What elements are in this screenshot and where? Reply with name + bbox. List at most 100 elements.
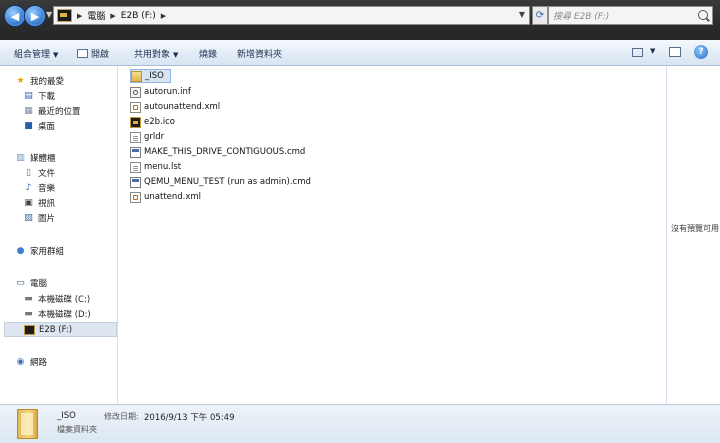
folder-icon: [131, 70, 142, 82]
nav-downloads[interactable]: ▤ 下載: [23, 88, 115, 103]
music-icon: ♪: [25, 182, 32, 193]
cmd-file-icon: [130, 176, 141, 188]
file-item[interactable]: unattend.xml: [130, 190, 201, 204]
file-item[interactable]: _ISO: [130, 69, 171, 83]
nav-computer-label: 電腦: [30, 278, 48, 289]
search-input[interactable]: 搜尋 E2B (F:): [548, 6, 713, 25]
chevron-right-icon[interactable]: ▶: [77, 12, 82, 20]
help-icon[interactable]: ?: [694, 45, 708, 59]
share-menu[interactable]: 共用對象 ▼: [134, 47, 178, 60]
nav-homegroup-label: 家用群組: [30, 246, 65, 257]
nav-computer[interactable]: ▭ 電腦: [15, 275, 115, 290]
nav-pictures-label: 圖片: [38, 213, 56, 224]
documents-icon: ▯: [26, 167, 31, 178]
file-name: autorun.inf: [144, 87, 191, 97]
view-options-dropdown-icon[interactable]: ▼: [650, 47, 655, 55]
file-name: grldr: [144, 132, 165, 142]
nav-pictures[interactable]: ▨ 圖片: [23, 210, 115, 225]
search-placeholder: 搜尋 E2B (F:): [553, 12, 610, 22]
address-bar[interactable]: ▶ 電腦 ▶ E2B (F:) ▶ ▼: [53, 6, 530, 25]
open-button[interactable]: 開啟: [77, 47, 109, 60]
star-icon: ★: [16, 75, 25, 86]
nav-libraries-label: 媒體櫃: [30, 153, 56, 164]
network-icon: ◉: [16, 356, 25, 367]
nav-drive-c[interactable]: ▬ 本機磁碟 (C:): [23, 291, 115, 306]
file-item[interactable]: QEMU_MENU_TEST (run as admin).cmd: [130, 175, 311, 189]
details-item-type: 檔案資料夾: [57, 425, 97, 434]
nav-music[interactable]: ♪ 音樂: [23, 180, 115, 195]
nav-desktop-label: 桌面: [38, 121, 56, 132]
recent-places-icon: ▦: [24, 105, 33, 116]
file-name: e2b.ico: [144, 117, 175, 127]
file-item[interactable]: MAKE_THIS_DRIVE_CONTIGUOUS.cmd: [130, 145, 305, 159]
file-item[interactable]: e2b.ico: [130, 115, 175, 129]
new-folder-button[interactable]: 新增資料夾: [237, 47, 282, 60]
details-pane: _ISO 檔案資料夾 修改日期: 2016/9/13 下午 05:49: [0, 404, 720, 443]
e2b-drive-icon: [24, 324, 35, 335]
nav-videos[interactable]: ▣ 視訊: [23, 195, 115, 210]
drive-icon: [57, 9, 72, 22]
file-item[interactable]: autorun.inf: [130, 85, 191, 99]
e2b-file-icon: [130, 116, 141, 128]
breadcrumb-drive[interactable]: E2B (F:): [121, 11, 156, 21]
chevron-right-icon[interactable]: ▶: [110, 12, 115, 20]
open-icon: [77, 49, 88, 58]
nav-favorites[interactable]: ★ 我的最愛: [15, 73, 115, 88]
nav-network-label: 網路: [30, 357, 48, 368]
nav-music-label: 音樂: [38, 183, 56, 194]
file-list: _ISO autorun.inf autounattend.xml e2b.ic…: [118, 66, 666, 404]
nav-documents[interactable]: ▯ 文件: [23, 165, 115, 180]
search-icon[interactable]: [698, 10, 708, 20]
nav-recent-places[interactable]: ▦ 最近的位置: [23, 103, 115, 118]
folder-icon: [17, 409, 38, 439]
pictures-icon: ▨: [24, 212, 33, 223]
library-icon: ▥: [16, 152, 25, 163]
chevron-down-icon: ▼: [53, 51, 59, 59]
file-icon: [130, 131, 141, 143]
file-item[interactable]: autounattend.xml: [130, 100, 220, 114]
refresh-button[interactable]: ⟳: [532, 6, 548, 25]
nav-favorites-label: 我的最愛: [30, 76, 65, 87]
recent-pages-dropdown-icon[interactable]: ▼: [46, 10, 52, 19]
nav-drive-c-label: 本機磁碟 (C:): [38, 294, 91, 305]
organize-menu[interactable]: 組合管理 ▼: [14, 47, 58, 60]
details-item-name: _ISO: [57, 411, 76, 421]
nav-drive-d[interactable]: ▬ 本機磁碟 (D:): [23, 306, 115, 321]
xml-file-icon: [130, 101, 141, 113]
nav-videos-label: 視訊: [38, 198, 56, 209]
file-name: unattend.xml: [144, 192, 202, 202]
chevron-down-icon: ▼: [173, 51, 179, 59]
nav-libraries[interactable]: ▥ 媒體櫃: [15, 150, 115, 165]
nav-desktop[interactable]: ■ 桌面: [23, 118, 115, 133]
xml-file-icon: [130, 191, 141, 203]
file-name: MAKE_THIS_DRIVE_CONTIGUOUS.cmd: [144, 147, 306, 157]
file-item[interactable]: grldr: [130, 130, 164, 144]
details-modified-label: 修改日期:: [104, 412, 139, 421]
address-dropdown-icon[interactable]: ▼: [519, 10, 525, 19]
nav-network[interactable]: ◉ 網路: [15, 354, 115, 369]
share-label: 共用對象: [134, 50, 171, 60]
file-item[interactable]: menu.lst: [130, 160, 181, 174]
title-bar: ◀ ▶ ▼ ▶ 電腦 ▶ E2B (F:) ▶ ▼ ⟳ 搜尋 E2B (F:): [0, 0, 720, 40]
command-bar: 組合管理 ▼ 開啟 共用對象 ▼ 燒錄 新增資料夾 ▼ ?: [0, 40, 720, 66]
breadcrumb-computer[interactable]: 電腦: [87, 9, 105, 22]
chevron-right-icon[interactable]: ▶: [161, 12, 166, 20]
change-view-icon[interactable]: [632, 48, 643, 57]
preview-pane-toggle-icon[interactable]: [669, 47, 681, 57]
navigation-pane: ★ 我的最愛 ▤ 下載 ▦ 最近的位置 ■ 桌面 ▥ 媒體櫃 ▯ 文件 ♪ 音樂…: [0, 66, 118, 404]
burn-button[interactable]: 燒錄: [199, 47, 217, 60]
hard-drive-icon: ▬: [24, 308, 33, 319]
preview-pane: 沒有預覽可用: [666, 66, 720, 404]
video-icon: ▣: [24, 197, 33, 208]
desktop-icon: ■: [24, 120, 33, 131]
nav-drive-f[interactable]: E2B (F:): [4, 322, 117, 337]
nav-drive-f-label: E2B (F:): [39, 324, 73, 335]
homegroup-icon: ●: [16, 245, 25, 256]
forward-button[interactable]: ▶: [24, 5, 46, 27]
nav-drive-d-label: 本機磁碟 (D:): [38, 309, 91, 320]
nav-downloads-label: 下載: [38, 91, 56, 102]
cmd-file-icon: [130, 146, 141, 158]
nav-homegroup[interactable]: ● 家用群組: [15, 243, 115, 258]
nav-documents-label: 文件: [38, 168, 56, 179]
back-button[interactable]: ◀: [4, 5, 26, 27]
